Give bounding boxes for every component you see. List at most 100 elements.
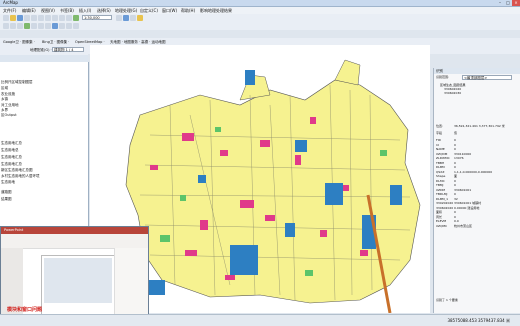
maximize-icon[interactable]: □ [504, 0, 512, 6]
attribute-field: DLBM [436, 165, 445, 169]
toc-item[interactable]: 新区生态用地汇总图 [1, 168, 33, 173]
toc-item[interactable]: 生态用地 [1, 180, 15, 185]
standard-toolbar: 1:30,000 [0, 14, 520, 22]
georeferencing-menu[interactable]: 地理配准(G) · [30, 46, 52, 54]
attribute-value: 32 [454, 196, 458, 201]
popup-title: PowerPoint [4, 228, 24, 232]
delete-icon[interactable] [52, 15, 58, 21]
attribute-value: 0 [454, 210, 456, 214]
attribute-field: 330602020 [436, 205, 454, 210]
cut-icon[interactable] [31, 15, 37, 21]
attribute-field: QSXZ [436, 169, 445, 174]
attribute-field: Id [436, 142, 439, 147]
back-icon[interactable] [31, 23, 37, 29]
zoom-out-icon[interactable] [10, 23, 16, 29]
attribute-field: 330202020 [436, 201, 454, 205]
editor-icon[interactable] [116, 15, 122, 21]
find-icon[interactable] [66, 23, 72, 29]
value-header: 值 [454, 131, 458, 135]
location-value: 36,591,321.491 3,377,301.792 米 [454, 124, 505, 128]
attribute-value: 330601001 [454, 187, 472, 192]
scale-input[interactable]: 1:30,000 [82, 15, 112, 20]
google-imagery-menu[interactable]: Google卫 · 图像集 · [3, 38, 35, 46]
toc-item[interactable]: 生态用地总 [1, 148, 19, 153]
zoom-in-icon[interactable] [3, 23, 9, 29]
attribute-value: 0 [454, 160, 456, 165]
attribute-field: XZDM [436, 187, 446, 192]
slide-caption: 模块和窗口问题 [7, 307, 43, 313]
identify-footer: 识别了 1 个要素 [436, 298, 458, 302]
location-label: 位置: [436, 124, 444, 128]
attribute-field: DLBM_1 [436, 196, 449, 201]
hyperlink-icon[interactable] [73, 23, 79, 29]
toc-item[interactable]: 生态用地汇总 [1, 141, 22, 146]
attribute-value: 杭州市萧山区 [454, 223, 473, 228]
identify-from-select[interactable]: <最顶部图层> [462, 75, 512, 80]
menu-select[interactable]: 选择(S) [97, 7, 111, 14]
redo-icon[interactable] [66, 15, 72, 21]
window-title: ArcMap [3, 0, 18, 5]
menu-customize[interactable]: 自定义(C) [140, 7, 158, 14]
toc-item[interactable]: 乡村生态用地的人居环境 [1, 174, 40, 179]
new-icon[interactable] [3, 15, 9, 21]
identify-from-label: 识别范围: [436, 75, 450, 79]
select-icon[interactable] [45, 23, 51, 29]
arctoolbox-icon[interactable] [137, 15, 143, 21]
slide-canvas[interactable] [41, 255, 115, 315]
attribute-field: FID [436, 138, 441, 142]
powerpoint-window[interactable]: PowerPoint 模块和窗口问题 [0, 226, 149, 316]
menu-extra[interactable]: 影响地理处理结果 [200, 7, 232, 14]
identify-icon[interactable] [52, 23, 58, 29]
menu-bookmarks[interactable]: 书签(B) [60, 7, 74, 14]
identify-title: 识别 [434, 68, 520, 74]
tools-toolbar [0, 22, 520, 30]
layer-select[interactable]: 建筑物 1 / 4 [52, 47, 84, 52]
status-bar: 38575088.453 3579437.834 米 [0, 314, 520, 326]
popup-ribbon [1, 234, 148, 249]
toc-item[interactable]: 乡镇 [1, 97, 8, 102]
toc-item[interactable]: 区Output [1, 113, 17, 118]
open-icon[interactable] [10, 15, 16, 21]
attribute-value: 330110000 [454, 151, 472, 156]
attribute-field: TBDLMJ [436, 192, 448, 196]
full-extent-icon[interactable] [24, 23, 30, 29]
minimize-icon[interactable]: – [496, 0, 504, 6]
toc-item[interactable]: 道路图 [1, 190, 12, 195]
catalog-icon[interactable] [123, 15, 129, 21]
save-icon[interactable] [17, 15, 23, 21]
menu-help[interactable]: 帮助(H) [181, 7, 195, 14]
measure-icon[interactable] [59, 23, 65, 29]
paste-icon[interactable] [45, 15, 51, 21]
pan-icon[interactable] [17, 23, 23, 29]
attribute-value: 1,1,1,0.000000,0.000000 [454, 169, 493, 174]
bing-imagery-menu[interactable]: Bing卫 · 图像集 · [42, 38, 69, 46]
close-icon[interactable]: × [512, 0, 520, 6]
tree-item[interactable]: 330602030 [444, 91, 461, 95]
attribute-field: TBMJ [436, 183, 444, 187]
toc-item[interactable]: 区域 [1, 86, 8, 91]
attribute-field: XZQMC [436, 223, 448, 228]
menu-insert[interactable]: 插入(I) [79, 7, 91, 14]
toc-item[interactable]: 生态用地汇总 [1, 155, 22, 160]
forward-icon[interactable] [38, 23, 44, 29]
print-icon[interactable] [24, 15, 30, 21]
status-coordinates: 38575088.453 3579437.834 米 [447, 318, 510, 323]
attribute-field: 周长 [436, 214, 443, 219]
menu-view[interactable]: 视图(V) [41, 7, 55, 14]
toc-item[interactable]: 结果图 [1, 197, 12, 202]
slide-thumbnails[interactable] [1, 248, 23, 315]
menu-window[interactable]: 窗口(W) [162, 7, 177, 14]
attribute-value: 0.00000 建设用地 [454, 205, 480, 210]
copy-icon[interactable] [38, 15, 44, 21]
attribute-field: DLMC [436, 178, 445, 183]
search-icon[interactable] [130, 15, 136, 21]
attribute-field: NAME [436, 147, 445, 151]
menu-geoprocessing[interactable]: 地理处理(G) [115, 7, 137, 14]
add-data-icon[interactable] [73, 15, 79, 21]
menu-edit[interactable]: 编辑(E) [22, 7, 36, 14]
toc-item[interactable]: 生态用地汇总 [1, 162, 22, 167]
attribute-value: 0 [454, 192, 456, 196]
undo-icon[interactable] [59, 15, 65, 21]
menu-file[interactable]: 文件(F) [3, 7, 16, 14]
toc-item[interactable]: 比例尺区域控制图层 [1, 80, 33, 85]
